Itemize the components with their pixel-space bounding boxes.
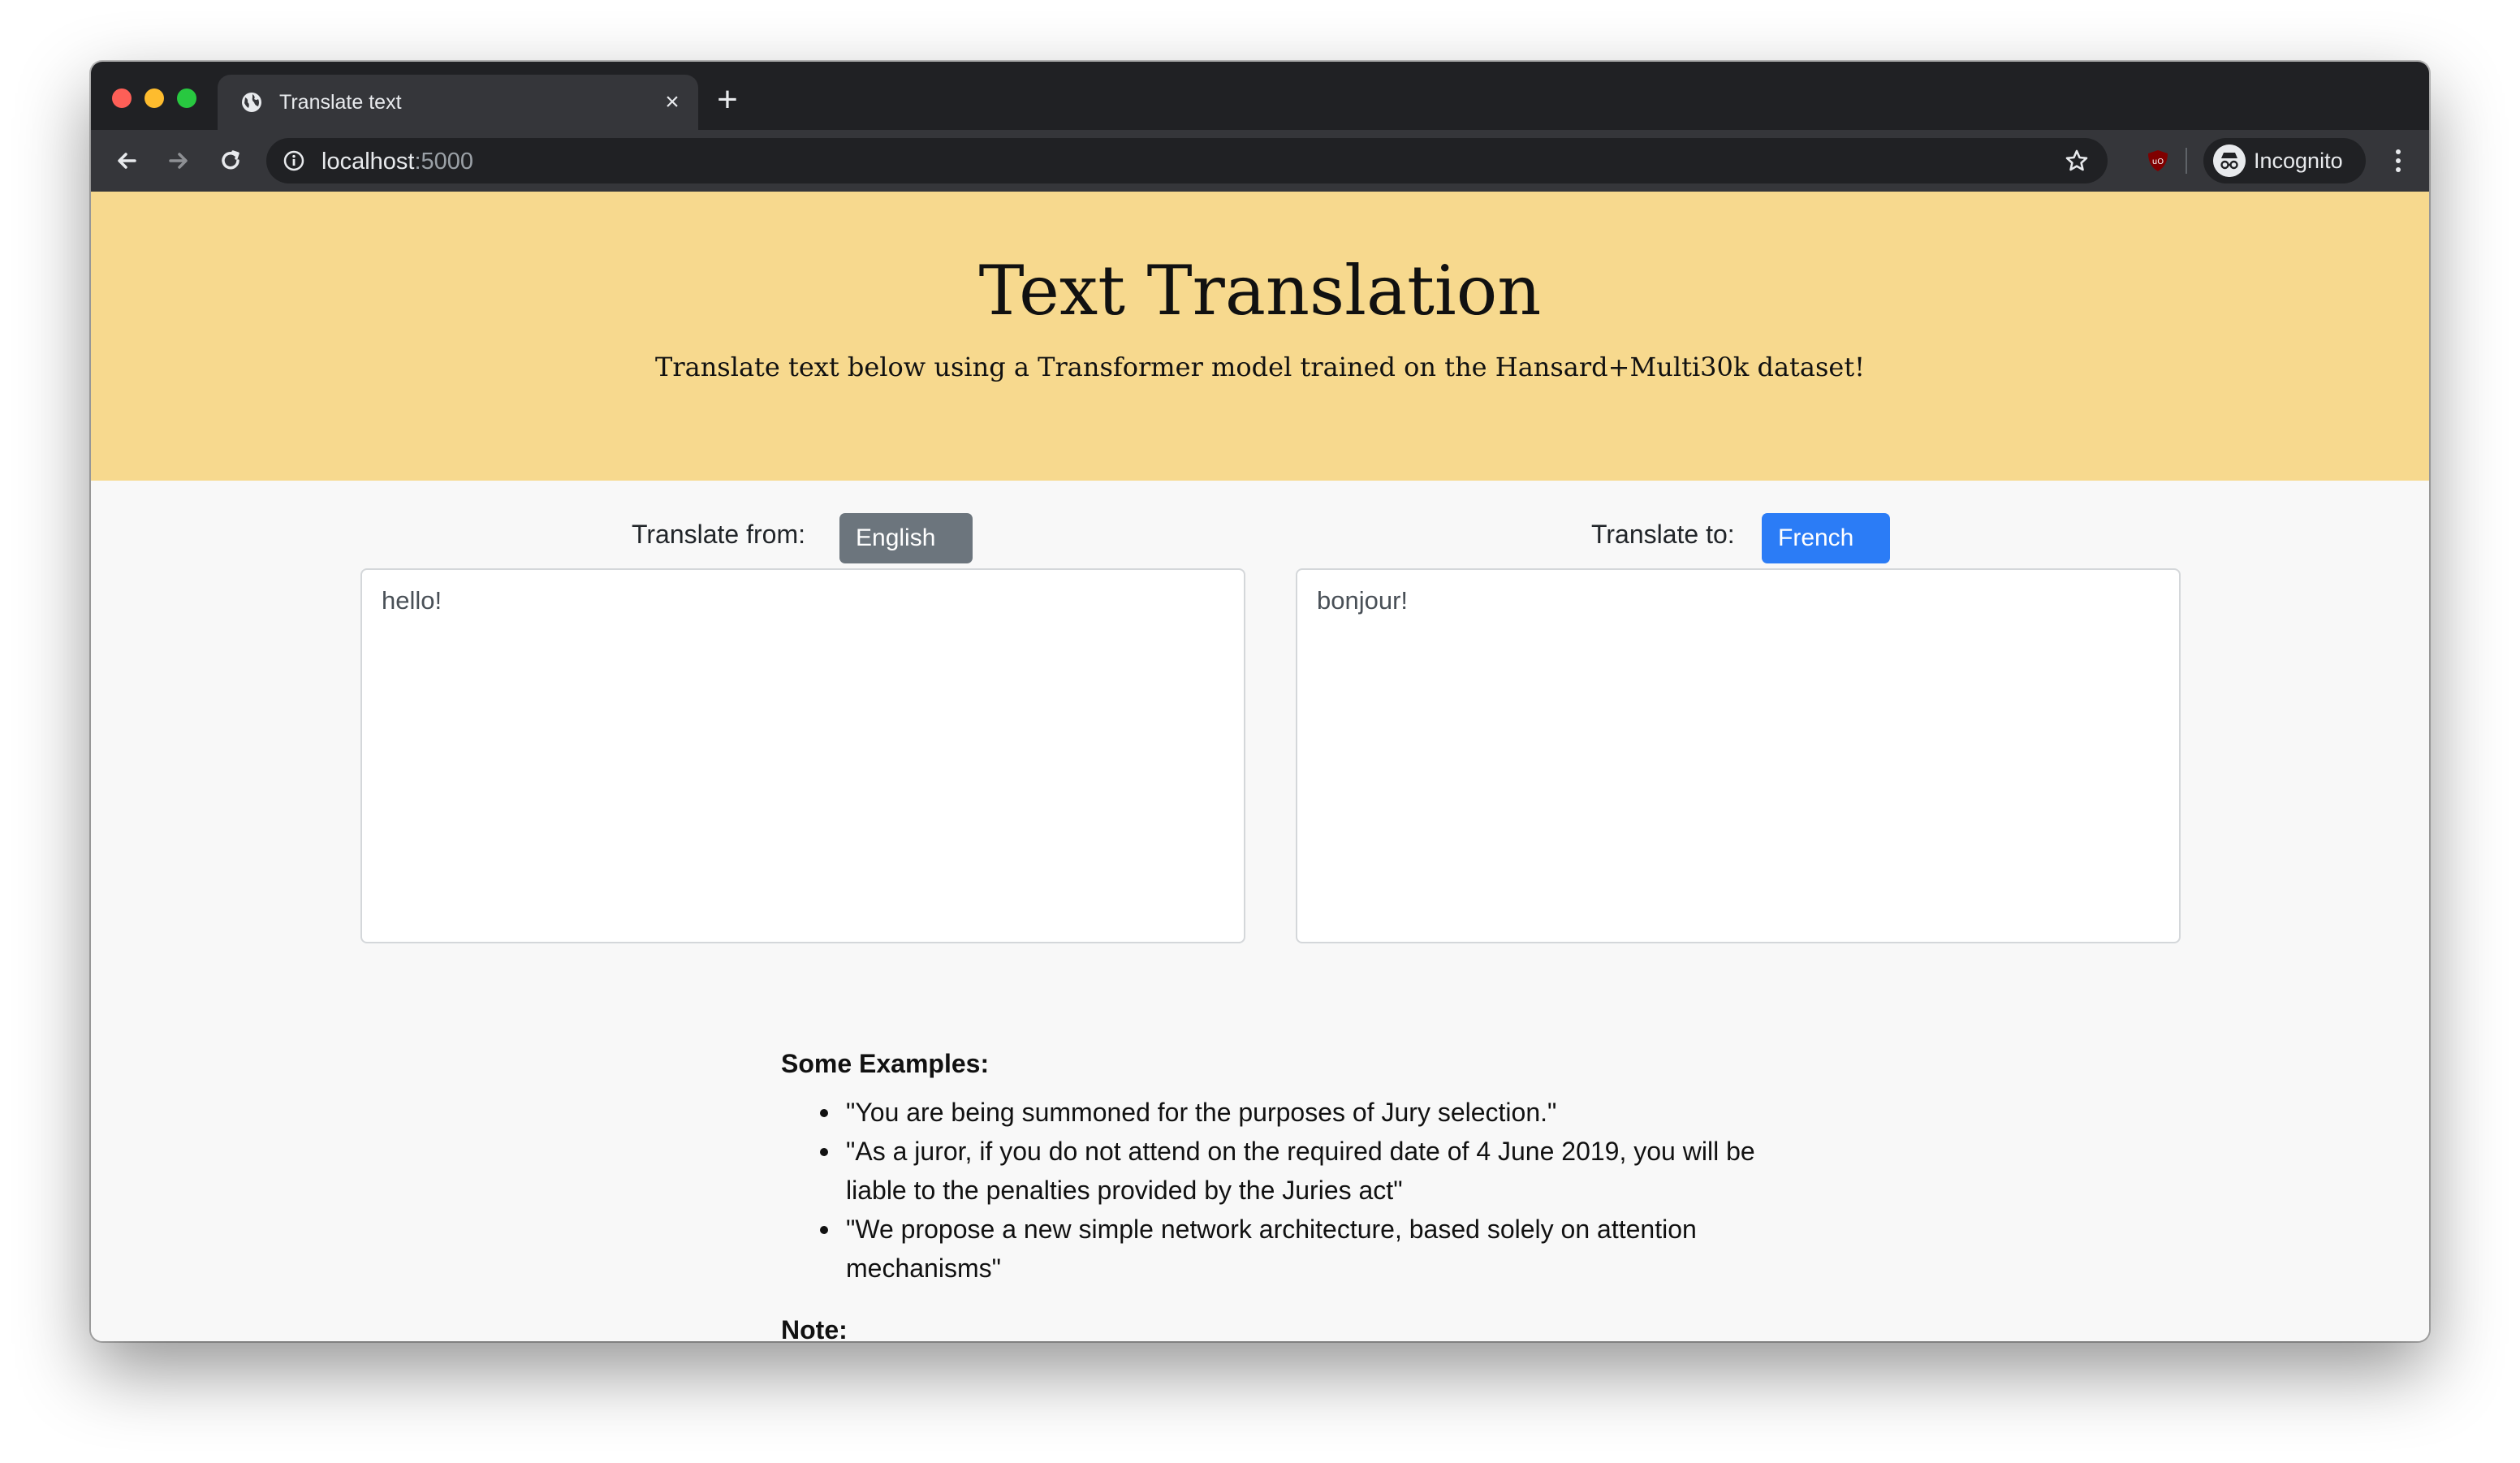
target-language-dropdown[interactable]: French — [1762, 513, 1890, 592]
forward-arrow-icon[interactable] — [162, 145, 195, 177]
close-icon[interactable]: × — [659, 89, 685, 115]
incognito-label: Incognito — [2254, 149, 2343, 173]
source-text-input[interactable]: hello! — [360, 568, 1245, 943]
tab-translate-text[interactable]: Translate text × — [218, 75, 698, 130]
translated-text-output[interactable]: bonjour! — [1296, 568, 2181, 943]
page-content: Text Translation Translate text below us… — [91, 192, 2429, 1341]
info-icon[interactable] — [283, 149, 305, 172]
address-bar[interactable]: localhost:5000 — [266, 138, 2108, 183]
ublock-icon[interactable]: uO — [2145, 148, 2171, 174]
minimize-window-button[interactable] — [145, 88, 164, 108]
reload-icon[interactable] — [214, 145, 247, 177]
target-language-value: French — [1778, 524, 1854, 551]
star-icon[interactable] — [2064, 148, 2090, 174]
toolbar-separator — [2186, 148, 2187, 174]
example-item: "We propose a new simple network archite… — [781, 1210, 1763, 1288]
hero-banner: Text Translation Translate text below us… — [91, 192, 2429, 481]
examples-heading: Some Examples: — [781, 1049, 990, 1078]
globe-icon — [242, 93, 261, 112]
translate-to-label: Translate to: — [1591, 520, 1735, 549]
url-host: localhost — [321, 149, 415, 175]
examples-list: "You are being summoned for the purposes… — [781, 1093, 1763, 1288]
note-heading: Note: — [781, 1315, 848, 1341]
example-item: "As a juror, if you do not attend on the… — [781, 1132, 1763, 1210]
browser-toolbar: localhost:5000 uO Incognito — [91, 130, 2429, 192]
tab-title: Translate text — [279, 91, 402, 114]
url-text[interactable]: localhost:5000 — [321, 149, 473, 175]
close-window-button[interactable] — [112, 88, 132, 108]
source-language-dropdown[interactable]: English — [839, 513, 973, 592]
kebab-menu-icon[interactable] — [2390, 146, 2406, 175]
source-language-value: English — [856, 524, 936, 551]
incognito-profile-button[interactable]: Incognito — [2203, 138, 2366, 183]
svg-text:uO: uO — [2152, 158, 2164, 166]
tab-strip: Translate text × + — [91, 62, 2429, 130]
browser-window: Translate text × + localhost:5000 uO Inc… — [91, 62, 2429, 1341]
url-port: :5000 — [414, 149, 474, 175]
maximize-window-button[interactable] — [177, 88, 196, 108]
page-title: Text Translation — [978, 251, 1542, 330]
page-subtitle: Translate text below using a Transformer… — [654, 352, 1866, 382]
plus-icon[interactable]: + — [711, 82, 744, 118]
translate-from-label: Translate from: — [632, 520, 805, 549]
example-item: "You are being summoned for the purposes… — [781, 1093, 1763, 1132]
back-arrow-icon[interactable] — [110, 145, 143, 177]
incognito-icon — [2213, 145, 2246, 177]
